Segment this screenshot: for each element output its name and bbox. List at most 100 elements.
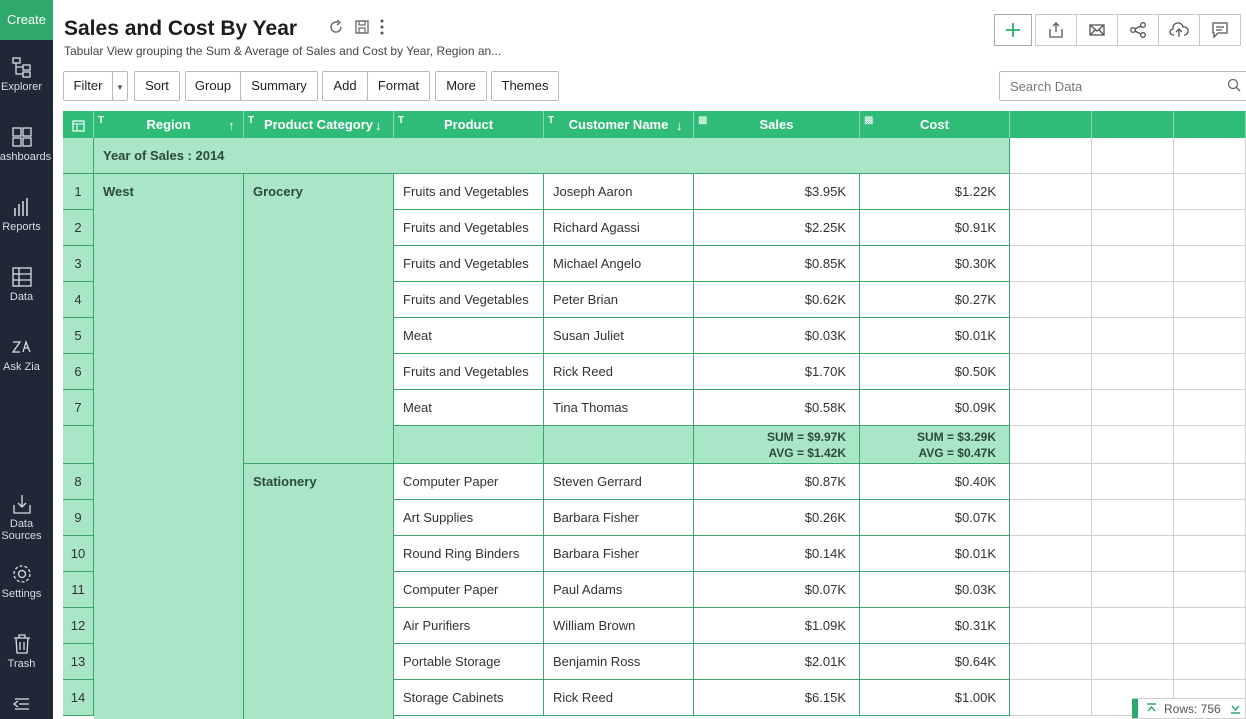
cell-sales[interactable]: $6.15K	[694, 680, 860, 716]
cell-customer-name[interactable]: Barbara Fisher	[544, 500, 694, 536]
cell-sales[interactable]: $0.85K	[694, 246, 860, 282]
column-header-cost[interactable]: ▩ Cost	[860, 111, 1010, 138]
cell-sales[interactable]: $0.87K	[694, 464, 860, 500]
cell-sales[interactable]: $0.03K	[694, 318, 860, 354]
save-icon[interactable]	[354, 19, 370, 35]
cell-customer-name[interactable]: Michael Angelo	[544, 246, 694, 282]
cell-sales[interactable]: $2.25K	[694, 210, 860, 246]
sidebar-item-dashboards[interactable]: Dashboards	[0, 126, 53, 163]
category-group-cell[interactable]: Stationery	[244, 464, 394, 719]
cell-customer-name[interactable]: Paul Adams	[544, 572, 694, 608]
cell-product[interactable]: Computer Paper	[394, 572, 544, 608]
format-button[interactable]: Format	[367, 71, 430, 101]
collapse-menu-button[interactable]	[0, 696, 53, 715]
cell-customer-name[interactable]: Joseph Aaron	[544, 174, 694, 210]
sidebar-item-trash[interactable]: Trash	[0, 633, 53, 670]
cell-cost[interactable]: $1.22K	[860, 174, 1010, 210]
cell-sales[interactable]: $0.26K	[694, 500, 860, 536]
sidebar-item-explorer[interactable]: Explorer	[0, 56, 53, 93]
create-button[interactable]: Create	[0, 0, 53, 40]
cell-sales[interactable]: $0.07K	[694, 572, 860, 608]
column-header-empty[interactable]	[1092, 111, 1174, 138]
column-header-empty[interactable]	[1174, 111, 1246, 138]
year-group-label[interactable]: Year of Sales : 2014	[94, 138, 1010, 174]
publish-button[interactable]	[1158, 14, 1200, 46]
cell-customer-name[interactable]: Steven Gerrard	[544, 464, 694, 500]
cell-sales[interactable]: $1.70K	[694, 354, 860, 390]
column-header-empty[interactable]	[1010, 111, 1092, 138]
cell-product[interactable]: Computer Paper	[394, 464, 544, 500]
add-column-button[interactable]: Add	[322, 71, 368, 101]
cell-customer-name[interactable]: William Brown	[544, 608, 694, 644]
sort-descending-icon[interactable]: ↓	[676, 118, 683, 133]
cell-sales[interactable]: $0.62K	[694, 282, 860, 318]
cell-cost[interactable]: $0.01K	[860, 536, 1010, 572]
cell-cost[interactable]: $0.03K	[860, 572, 1010, 608]
cell-product[interactable]: Fruits and Vegetables	[394, 354, 544, 390]
sidebar-item-reports[interactable]: Reports	[0, 196, 53, 233]
cell-cost[interactable]: $0.01K	[860, 318, 1010, 354]
filter-dropdown-button[interactable]: ▼	[112, 71, 128, 101]
cell-cost[interactable]: $0.50K	[860, 354, 1010, 390]
cell-product[interactable]: Fruits and Vegetables	[394, 210, 544, 246]
refresh-icon[interactable]	[328, 19, 344, 35]
sidebar-item-ask-zia[interactable]: Ask Zia	[0, 336, 53, 373]
cell-product[interactable]: Round Ring Binders	[394, 536, 544, 572]
cell-product[interactable]: Art Supplies	[394, 500, 544, 536]
sort-ascending-icon[interactable]: ↑	[228, 118, 235, 133]
cell-product[interactable]: Meat	[394, 390, 544, 426]
cell-cost[interactable]: $0.91K	[860, 210, 1010, 246]
add-button[interactable]	[994, 14, 1032, 46]
sort-descending-icon[interactable]: ↓	[375, 118, 382, 133]
cell-customer-name[interactable]: Rick Reed	[544, 680, 694, 716]
cell-customer-name[interactable]: Peter Brian	[544, 282, 694, 318]
group-button[interactable]: Group	[185, 71, 241, 101]
panel-handle-icon[interactable]	[1132, 699, 1138, 718]
region-group-cell[interactable]: West	[94, 174, 244, 719]
cell-product[interactable]: Meat	[394, 318, 544, 354]
export-button[interactable]	[1035, 14, 1077, 46]
sidebar-item-data[interactable]: Data	[0, 266, 53, 303]
column-header-region[interactable]: T Region ↑	[94, 111, 244, 138]
summary-button[interactable]: Summary	[240, 71, 318, 101]
cell-cost[interactable]: $0.31K	[860, 608, 1010, 644]
cell-customer-name[interactable]: Benjamin Ross	[544, 644, 694, 680]
cell-product[interactable]: Air Purifiers	[394, 608, 544, 644]
more-options-icon[interactable]	[379, 19, 385, 35]
search-icon[interactable]	[1227, 78, 1241, 92]
cell-cost[interactable]: $0.64K	[860, 644, 1010, 680]
column-header-product[interactable]: T Product	[394, 111, 544, 138]
category-group-cell[interactable]: Grocery	[244, 174, 394, 464]
search-input[interactable]	[999, 71, 1246, 101]
cell-product[interactable]: Fruits and Vegetables	[394, 246, 544, 282]
cell-product[interactable]: Storage Cabinets	[394, 680, 544, 716]
cell-product[interactable]: Fruits and Vegetables	[394, 174, 544, 210]
themes-button[interactable]: Themes	[491, 71, 559, 101]
cell-sales[interactable]: $0.14K	[694, 536, 860, 572]
cell-cost[interactable]: $0.09K	[860, 390, 1010, 426]
share-button[interactable]	[1117, 14, 1159, 46]
cell-sales[interactable]: $1.09K	[694, 608, 860, 644]
sidebar-item-settings[interactable]: Settings	[0, 563, 53, 600]
sidebar-item-data-sources[interactable]: Data Sources	[0, 493, 53, 542]
cell-sales[interactable]: $0.58K	[694, 390, 860, 426]
cell-cost[interactable]: $0.30K	[860, 246, 1010, 282]
row-number-header[interactable]	[63, 111, 94, 138]
cell-cost[interactable]: $0.27K	[860, 282, 1010, 318]
column-header-product-category[interactable]: T Product Category ↓	[244, 111, 394, 138]
cell-cost[interactable]: $0.07K	[860, 500, 1010, 536]
cell-cost[interactable]: $0.40K	[860, 464, 1010, 500]
scroll-bottom-icon[interactable]	[1230, 703, 1241, 714]
more-button[interactable]: More	[435, 71, 487, 101]
cell-customer-name[interactable]: Tina Thomas	[544, 390, 694, 426]
cell-customer-name[interactable]: Susan Juliet	[544, 318, 694, 354]
column-header-sales[interactable]: ▩ Sales	[694, 111, 860, 138]
filter-button[interactable]: Filter	[63, 71, 113, 101]
email-button[interactable]	[1076, 14, 1118, 46]
cell-cost[interactable]: $1.00K	[860, 680, 1010, 716]
scroll-top-icon[interactable]	[1146, 703, 1157, 714]
cell-customer-name[interactable]: Richard Agassi	[544, 210, 694, 246]
cell-sales[interactable]: $2.01K	[694, 644, 860, 680]
cell-product[interactable]: Fruits and Vegetables	[394, 282, 544, 318]
cell-customer-name[interactable]: Rick Reed	[544, 354, 694, 390]
